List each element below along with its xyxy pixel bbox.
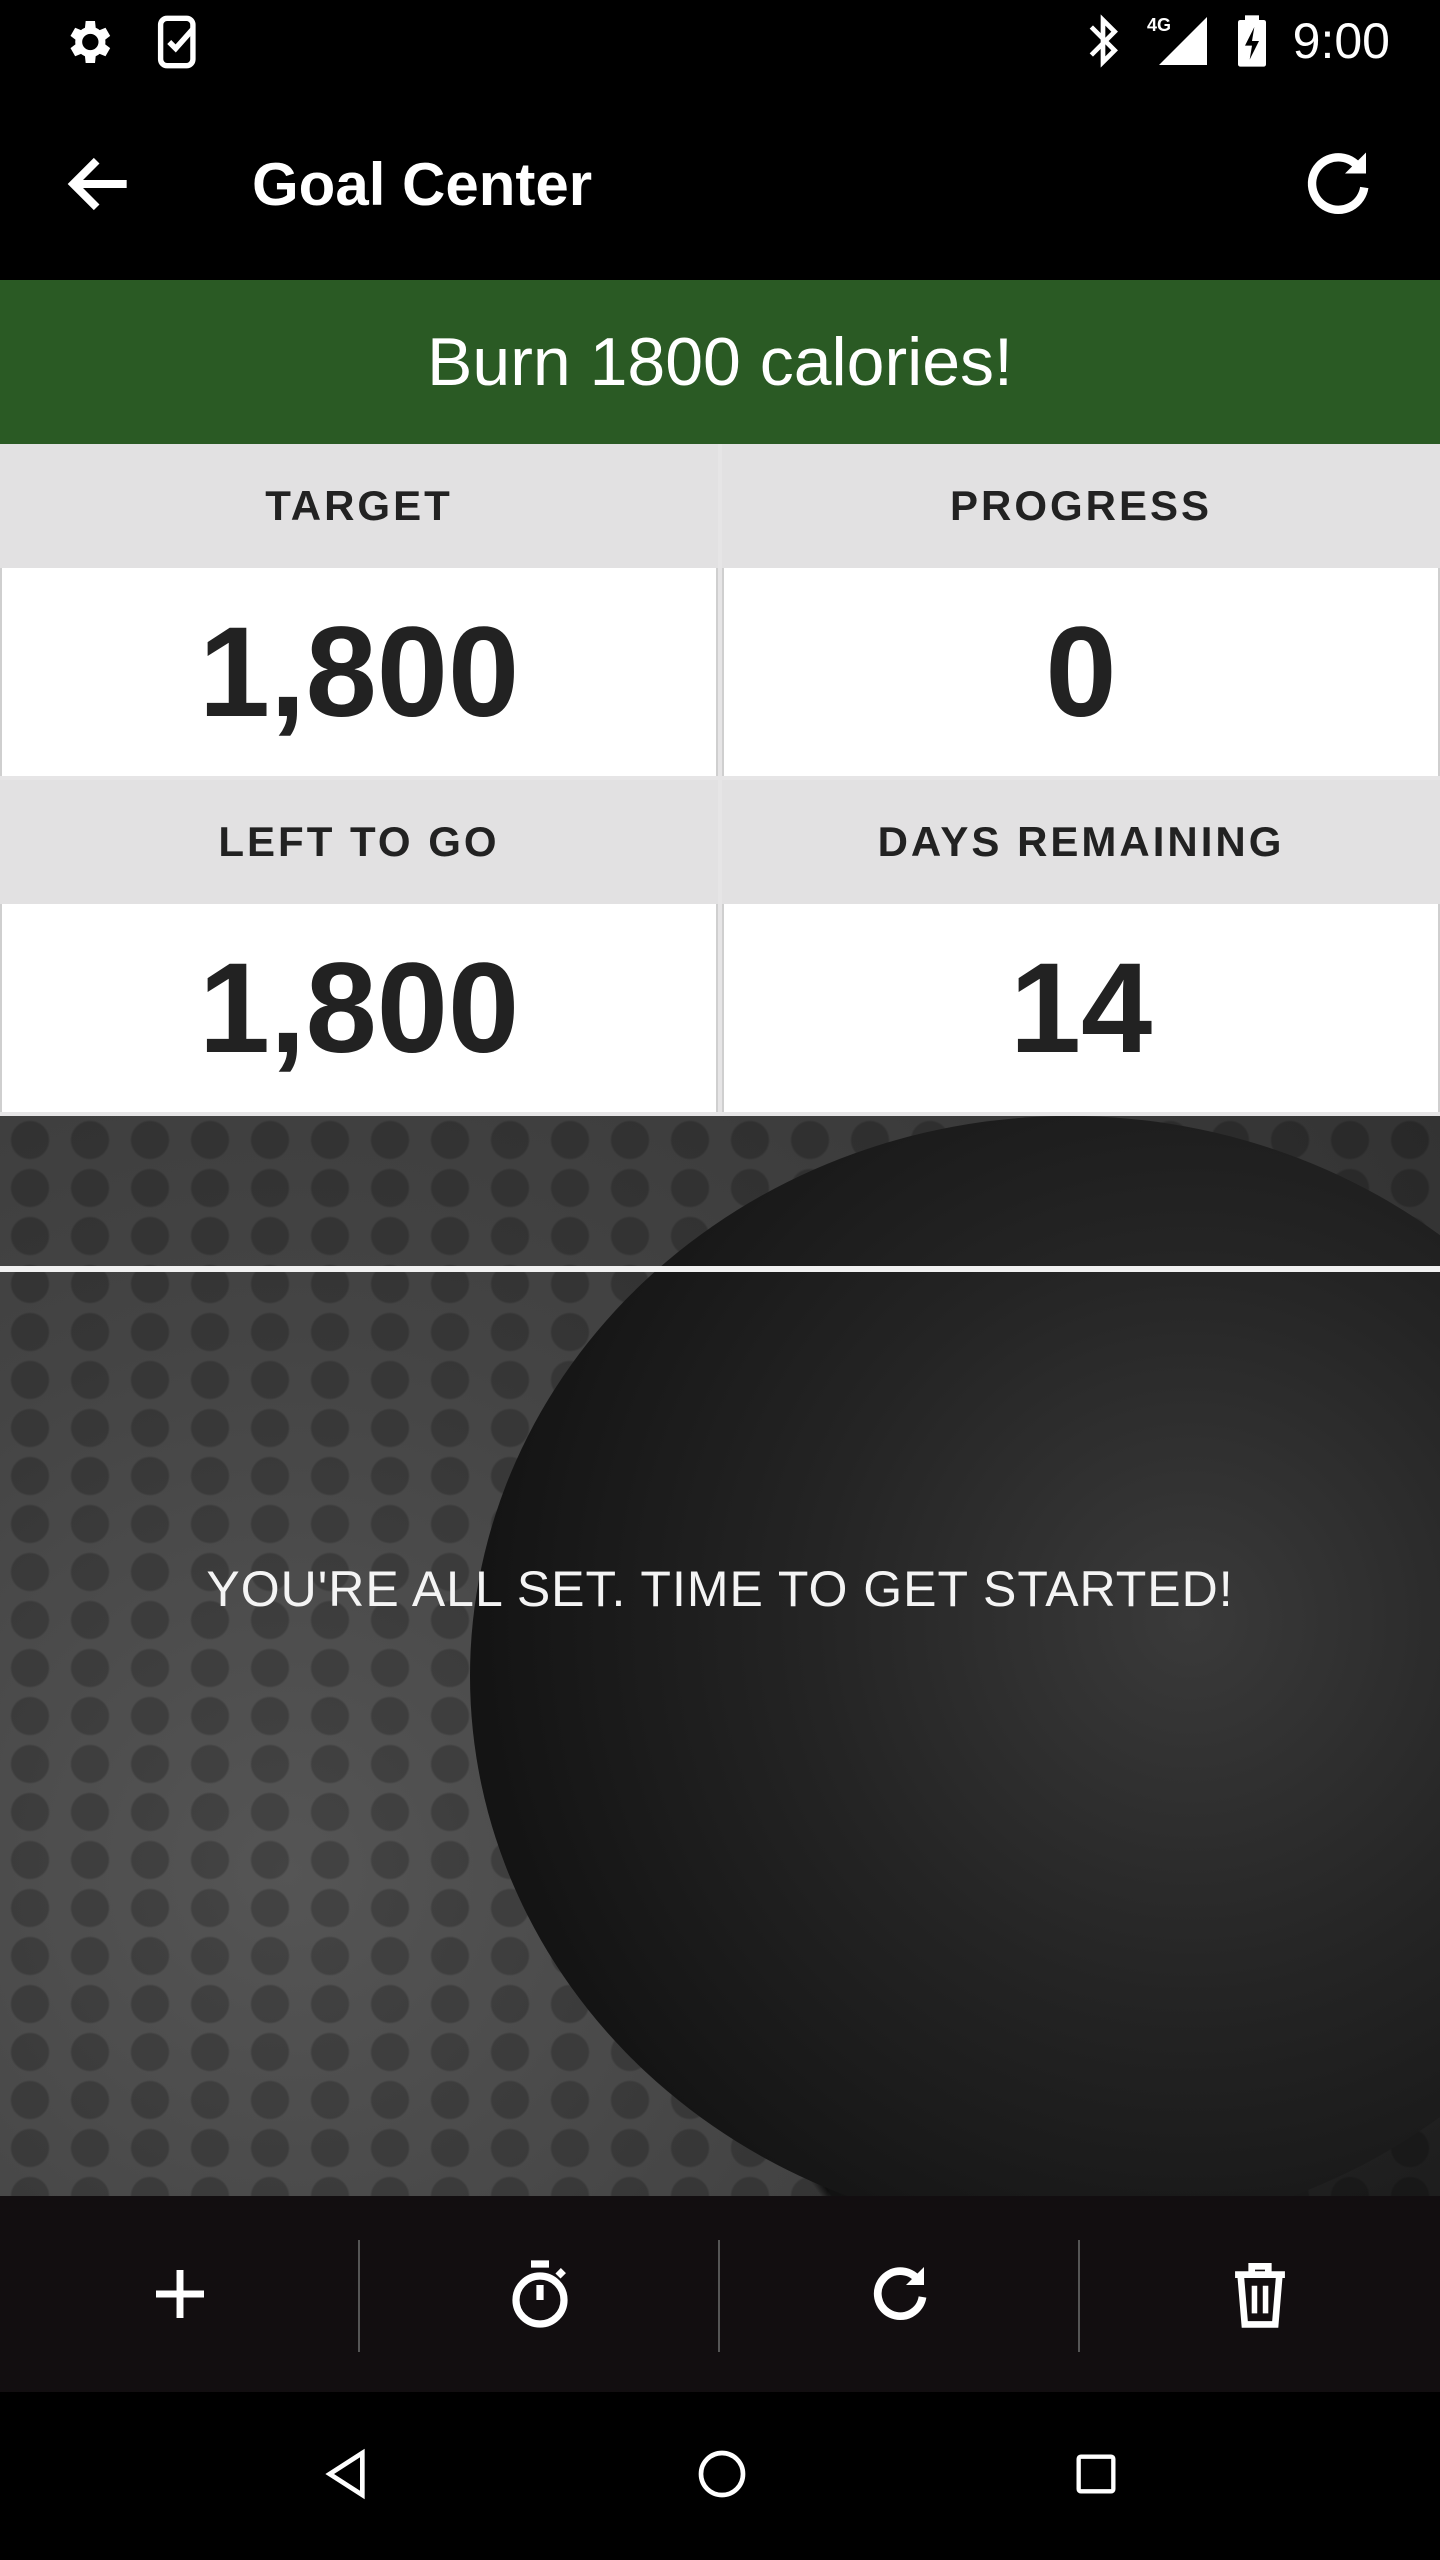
settings-icon (60, 14, 116, 70)
refresh-icon (873, 2267, 927, 2321)
battery-charging-icon (1235, 13, 1269, 69)
navigation-bar (0, 2392, 1440, 2560)
nav-home-button[interactable] (694, 2446, 750, 2507)
refresh-icon (1307, 152, 1369, 215)
stat-value: 1,800 (0, 904, 718, 1112)
status-bar: 4G 9:00 (0, 0, 1440, 84)
back-button[interactable] (60, 144, 140, 224)
stat-days-remaining: DAYS REMAINING 14 (722, 780, 1440, 1116)
reset-button[interactable] (720, 2196, 1080, 2392)
stat-label: LEFT TO GO (0, 780, 718, 904)
stat-label: TARGET (0, 444, 718, 568)
nav-recents-button[interactable] (1070, 2448, 1122, 2505)
stat-value: 0 (722, 568, 1440, 776)
add-button[interactable] (0, 2196, 360, 2392)
stat-progress: PROGRESS 0 (722, 444, 1440, 780)
stat-value: 14 (722, 904, 1440, 1112)
arrow-back-icon (67, 157, 127, 211)
signal-icon: 4G (1147, 13, 1211, 69)
stat-left-to-go: LEFT TO GO 1,800 (0, 780, 718, 1116)
network-label: 4G (1147, 15, 1171, 35)
delete-button[interactable] (1080, 2196, 1440, 2392)
bottom-toolbar (0, 2196, 1440, 2392)
timer-icon (512, 2260, 568, 2328)
stat-label: DAYS REMAINING (722, 780, 1440, 904)
back-triangle-icon (325, 2448, 365, 2499)
status-time: 9:00 (1292, 13, 1390, 69)
page-title: Goal Center (252, 151, 593, 218)
stat-target: TARGET 1,800 (0, 444, 718, 780)
add-icon (156, 2270, 204, 2318)
goal-banner: Burn 1800 calories! (0, 280, 1440, 444)
stat-value: 1,800 (0, 568, 718, 776)
background-image: YOU'RE ALL SET. TIME TO GET STARTED! (0, 1116, 1440, 2196)
stat-label: PROGRESS (722, 444, 1440, 568)
clipboard-check-icon (154, 14, 206, 70)
timer-button[interactable] (360, 2196, 720, 2392)
app-bar: Goal Center (0, 84, 1440, 280)
divider (0, 1266, 1440, 1272)
refresh-button[interactable] (1296, 142, 1380, 226)
home-circle-icon (698, 2450, 746, 2497)
stats-grid: TARGET 1,800 PROGRESS 0 LEFT TO GO 1,800… (0, 444, 1440, 1116)
trash-icon (1235, 2262, 1285, 2328)
recents-square-icon (1076, 2454, 1116, 2493)
nav-back-button[interactable] (318, 2446, 374, 2507)
bluetooth-icon (1083, 13, 1123, 69)
status-message: YOU'RE ALL SET. TIME TO GET STARTED! (206, 1561, 1234, 1617)
